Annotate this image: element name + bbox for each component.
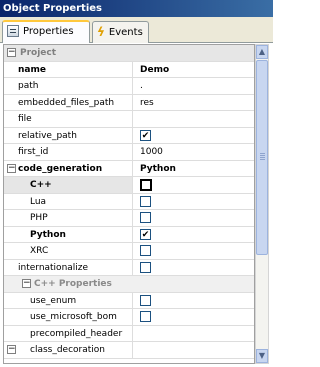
property-value[interactable]: Demo	[133, 62, 254, 78]
category-cpp-properties[interactable]: − C++ Properties	[4, 276, 254, 293]
property-row-use-enum[interactable]: use_enum	[4, 292, 254, 309]
property-value	[133, 243, 254, 259]
property-row-relative-path[interactable]: relative_path	[4, 127, 254, 144]
property-name: internationalize	[4, 259, 133, 275]
property-name: relative_path	[4, 127, 133, 143]
property-row-file[interactable]: file	[4, 111, 254, 128]
property-value[interactable]: Python	[133, 161, 254, 177]
property-value	[133, 309, 254, 325]
property-row-first-id[interactable]: first_id 1000	[4, 144, 254, 161]
property-name: name	[4, 61, 133, 77]
property-name: PHP	[4, 210, 133, 226]
events-icon: ϟ	[97, 25, 105, 39]
checkbox[interactable]	[140, 261, 151, 273]
tab-properties-label: Properties	[23, 26, 74, 37]
property-name: use_enum	[4, 292, 133, 308]
scroll-down-icon[interactable]: ▼	[256, 349, 268, 363]
property-name: code_generation	[4, 160, 133, 176]
property-value[interactable]: res	[133, 95, 254, 111]
property-row-use-microsoft-bom[interactable]: use_microsoft_bom	[4, 309, 254, 326]
category-label: Project	[20, 48, 57, 58]
property-row-python[interactable]: Python	[4, 226, 254, 243]
checkbox[interactable]	[140, 212, 151, 223]
checkbox[interactable]	[140, 245, 151, 256]
property-row-code-generation[interactable]: − code_generation Python	[4, 160, 254, 177]
property-row-internationalize[interactable]: internationalize	[4, 259, 254, 276]
checkbox[interactable]	[140, 311, 151, 322]
property-value	[133, 210, 254, 226]
property-value[interactable]	[133, 326, 254, 342]
property-row-path[interactable]: path .	[4, 78, 254, 95]
property-row-cpp[interactable]: C++	[4, 177, 254, 194]
property-row-embedded-files-path[interactable]: embedded_files_path res	[4, 94, 254, 111]
property-name: precompiled_header	[4, 325, 133, 341]
property-name: class_decoration	[4, 342, 133, 358]
window-title: Object Properties	[0, 0, 273, 17]
tab-events[interactable]: ϟ Events	[92, 21, 149, 43]
property-name: embedded_files_path	[4, 94, 133, 110]
grip-icon	[260, 153, 265, 154]
property-name: Python	[4, 226, 133, 242]
property-row-precompiled-header[interactable]: precompiled_header	[4, 325, 254, 342]
property-value[interactable]: .	[133, 78, 254, 94]
checkbox[interactable]	[140, 228, 151, 240]
property-row-class-decoration[interactable]: − class_decoration	[4, 342, 254, 359]
checkbox[interactable]	[140, 129, 151, 141]
property-value	[133, 128, 254, 144]
property-name: C++	[4, 177, 133, 193]
property-value	[133, 227, 254, 243]
tab-properties[interactable]: Properties	[2, 20, 90, 43]
tab-strip: Properties ϟ Events	[0, 17, 273, 43]
property-value	[133, 260, 254, 276]
property-value	[133, 177, 254, 193]
property-value[interactable]	[133, 342, 254, 358]
collapse-icon[interactable]: −	[7, 48, 16, 57]
category-project[interactable]: − Project	[4, 45, 254, 62]
property-name: file	[4, 111, 133, 127]
vertical-scrollbar[interactable]: ▲ ▼	[255, 44, 269, 364]
collapse-icon[interactable]: −	[22, 279, 31, 288]
property-row-xrc[interactable]: XRC	[4, 243, 254, 260]
checkbox[interactable]	[140, 178, 152, 191]
property-name: Lua	[4, 193, 133, 209]
scroll-up-icon[interactable]: ▲	[256, 45, 268, 59]
scroll-thumb[interactable]	[256, 60, 268, 255]
property-row-php[interactable]: PHP	[4, 210, 254, 227]
properties-icon	[7, 25, 19, 37]
tab-events-label: Events	[108, 27, 143, 38]
property-value[interactable]: 1000	[133, 144, 254, 160]
property-name: use_microsoft_bom	[4, 309, 133, 325]
property-name: path	[4, 78, 133, 94]
category-label: C++ Properties	[34, 279, 112, 289]
property-row-lua[interactable]: Lua	[4, 193, 254, 210]
property-name: first_id	[4, 144, 133, 160]
property-name: XRC	[4, 243, 133, 259]
checkbox[interactable]	[140, 195, 151, 207]
property-value	[133, 293, 254, 309]
checkbox[interactable]	[140, 294, 151, 306]
collapse-icon[interactable]: −	[7, 345, 16, 354]
property-grid: − Project name Demo path . embedded_file…	[3, 44, 255, 364]
property-row-name[interactable]: name Demo	[4, 61, 254, 78]
property-value[interactable]	[133, 111, 254, 127]
collapse-icon[interactable]: −	[7, 163, 16, 173]
property-value	[133, 194, 254, 210]
